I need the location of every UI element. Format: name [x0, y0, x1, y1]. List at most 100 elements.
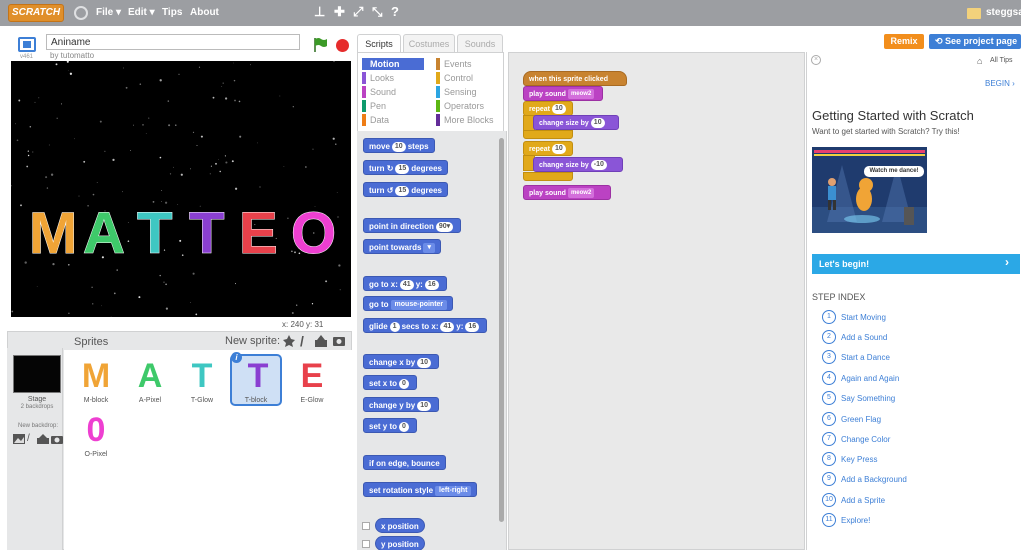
- step-item[interactable]: 10 Add a Sprite: [822, 493, 885, 507]
- when-sprite-clicked-block[interactable]: when this sprite clicked: [523, 71, 627, 86]
- sprite-tile-m-block[interactable]: M M-block: [70, 356, 122, 408]
- grow-icon[interactable]: ⤢: [353, 5, 363, 19]
- glide-block[interactable]: glide 1 secs to x: 41 y: 16: [363, 318, 488, 333]
- camera-backdrop-icon[interactable]: [51, 434, 63, 444]
- lets-begin-button[interactable]: Let's begin!: [812, 254, 1020, 274]
- upload-backdrop-icon[interactable]: [37, 434, 49, 444]
- tab-sounds[interactable]: Sounds: [457, 34, 503, 52]
- stage[interactable]: M A T T E O: [11, 61, 351, 317]
- change-size-block[interactable]: change size by 10: [533, 115, 619, 130]
- tips-close-icon[interactable]: ×: [811, 55, 821, 65]
- see-project-page-button[interactable]: ⟲ See project page: [929, 34, 1021, 49]
- sprite-library-icon[interactable]: [282, 334, 296, 348]
- step-item[interactable]: 1 Start Moving: [822, 310, 886, 324]
- scratch-logo[interactable]: SCRATCH: [8, 4, 64, 22]
- sprite-letter-t-block[interactable]: T: [189, 201, 225, 267]
- change-size-block[interactable]: change size by -10: [533, 157, 623, 172]
- menu-file[interactable]: File ▾: [96, 7, 121, 18]
- set-x-block[interactable]: set x to 0: [363, 375, 417, 390]
- category-swatch: [436, 72, 440, 84]
- home-icon[interactable]: ⌂: [977, 56, 982, 66]
- step-item[interactable]: 8 Key Press: [822, 452, 877, 466]
- username[interactable]: steggsa: [986, 7, 1021, 18]
- camera-sprite-icon[interactable]: [332, 334, 346, 348]
- delete-cut-icon[interactable]: ✚: [334, 5, 345, 19]
- sprite-tile-t-glow[interactable]: T T-Glow: [176, 356, 228, 408]
- category-sound[interactable]: Sound: [362, 86, 424, 98]
- play-sound-block[interactable]: play sound meow2: [523, 185, 611, 200]
- sprite-letter-o[interactable]: O: [291, 201, 337, 267]
- y-position-reporter[interactable]: y position: [375, 536, 425, 550]
- step-item[interactable]: 11 Explore!: [822, 513, 870, 527]
- change-x-block[interactable]: change x by 10: [363, 354, 440, 369]
- if-on-edge-bounce-block[interactable]: if on edge, bounce: [363, 455, 446, 470]
- project-title-input[interactable]: [46, 34, 300, 50]
- set-y-block[interactable]: set y to 0: [363, 418, 417, 433]
- green-flag-icon[interactable]: [312, 37, 328, 53]
- paint-sprite-icon[interactable]: /: [300, 334, 314, 348]
- script-area[interactable]: when this sprite clicked play sound meow2…: [508, 52, 805, 550]
- category-operators[interactable]: Operators: [436, 100, 502, 112]
- sprite-letter-e[interactable]: E: [239, 201, 279, 267]
- language-globe-icon[interactable]: [74, 6, 88, 20]
- tab-scripts[interactable]: Scripts: [357, 34, 401, 52]
- turn-right-block[interactable]: turn ↻ 15 degrees: [363, 160, 448, 175]
- step-item[interactable]: 3 Start a Dance: [822, 350, 890, 364]
- go-to-xy-block[interactable]: go to x: 41 y: 16: [363, 276, 447, 291]
- begin-link[interactable]: BEGIN ›: [985, 79, 1015, 88]
- move-steps-block[interactable]: move 10 steps: [363, 138, 435, 153]
- block-help-icon[interactable]: ?: [391, 5, 399, 19]
- change-y-block[interactable]: change y by 10: [363, 397, 440, 412]
- all-tips-link[interactable]: All Tips: [990, 57, 1013, 64]
- category-data[interactable]: Data: [362, 114, 424, 126]
- sprite-tile-e-glow[interactable]: E E-Glow: [286, 356, 338, 408]
- tutorial-thumbnail[interactable]: [812, 147, 927, 233]
- category-looks[interactable]: Looks: [362, 72, 424, 84]
- x-position-reporter[interactable]: x position: [375, 518, 425, 533]
- stage-thumbnail[interactable]: [13, 355, 61, 393]
- step-item[interactable]: 2 Add a Sound: [822, 330, 887, 344]
- point-towards-block[interactable]: point towards ▾: [363, 239, 441, 254]
- category-sensing[interactable]: Sensing: [436, 86, 502, 98]
- paint-backdrop-icon[interactable]: [13, 434, 25, 444]
- palette-scrollbar[interactable]: [499, 138, 504, 522]
- play-sound-block[interactable]: play sound meow2: [523, 86, 603, 101]
- sprite-tile-o-pixel[interactable]: 0 O-Pixel: [70, 410, 122, 462]
- category-events[interactable]: Events: [436, 58, 502, 70]
- menu-tips[interactable]: Tips: [162, 7, 182, 18]
- sprite-info-icon[interactable]: i: [231, 352, 242, 363]
- shrink-icon[interactable]: ⤡: [372, 5, 382, 19]
- upload-sprite-icon[interactable]: [314, 334, 328, 348]
- step-item[interactable]: 7 Change Color: [822, 432, 890, 446]
- x-position-checkbox[interactable]: [362, 522, 370, 530]
- step-item[interactable]: 4 Again and Again: [822, 371, 899, 385]
- repeat-block[interactable]: repeat 10: [523, 141, 573, 156]
- step-item[interactable]: 6 Green Flag: [822, 412, 881, 426]
- repeat-block[interactable]: repeat 10: [523, 101, 573, 116]
- my-stuff-folder-icon[interactable]: [967, 8, 981, 19]
- stop-icon[interactable]: [336, 39, 349, 52]
- sprite-tile-a-pixel[interactable]: A A-Pixel: [124, 356, 176, 408]
- step-item[interactable]: 5 Say Something: [822, 391, 895, 405]
- tab-costumes[interactable]: Costumes: [403, 34, 455, 52]
- repeat-end: [523, 172, 573, 181]
- step-item[interactable]: 9 Add a Background: [822, 472, 907, 486]
- y-position-checkbox[interactable]: [362, 540, 370, 548]
- stage-mode-icon[interactable]: [18, 37, 36, 52]
- category-motion[interactable]: Motion: [362, 58, 424, 70]
- turn-left-block[interactable]: turn ↺ 15 degrees: [363, 182, 448, 197]
- remix-button[interactable]: Remix: [884, 34, 924, 49]
- category-pen[interactable]: Pen: [362, 100, 424, 112]
- sprite-letter-m[interactable]: M: [29, 201, 78, 267]
- go-to-block[interactable]: go to mouse-pointer: [363, 296, 454, 311]
- duplicate-stamp-icon[interactable]: ⊥: [314, 5, 325, 19]
- menu-about[interactable]: About: [190, 7, 219, 18]
- sprite-letter-t-glow[interactable]: T: [137, 201, 173, 267]
- set-rotation-style-block[interactable]: set rotation style left-right: [363, 482, 478, 497]
- point-in-direction-block[interactable]: point in direction 90▾: [363, 218, 462, 233]
- category-control[interactable]: Control: [436, 72, 502, 84]
- menu-edit[interactable]: Edit ▾: [128, 7, 155, 18]
- category-more-blocks[interactable]: More Blocks: [436, 114, 502, 126]
- tips-subtitle: Want to get started with Scratch? Try th…: [812, 127, 960, 136]
- sprite-letter-a[interactable]: A: [83, 201, 126, 267]
